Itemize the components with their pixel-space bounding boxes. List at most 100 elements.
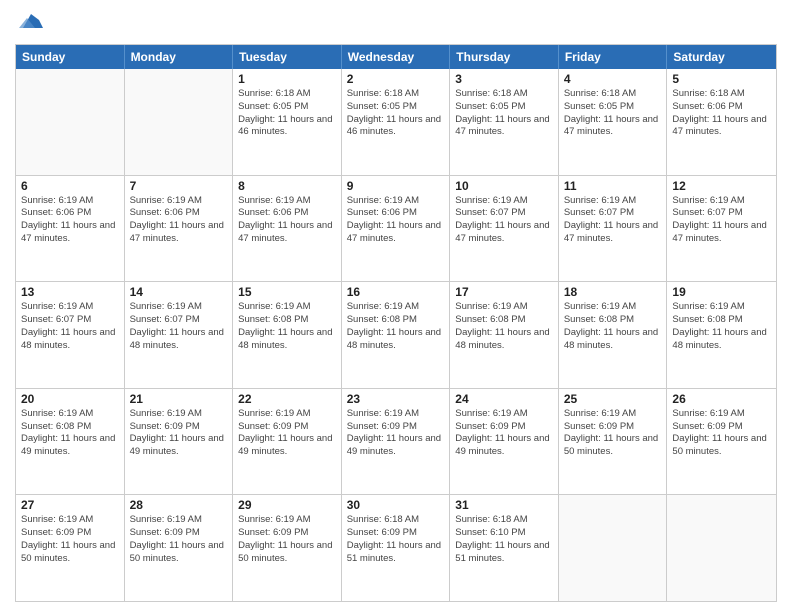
calendar-cell: 3 Sunrise: 6:18 AM Sunset: 6:05 PM Daylig… xyxy=(450,69,559,175)
calendar-header: SundayMondayTuesdayWednesdayThursdayFrid… xyxy=(16,45,776,69)
calendar-cell: 12 Sunrise: 6:19 AM Sunset: 6:07 PM Dayli… xyxy=(667,176,776,282)
calendar-cell: 8 Sunrise: 6:19 AM Sunset: 6:06 PM Daylig… xyxy=(233,176,342,282)
day-info: Sunrise: 6:19 AM Sunset: 6:06 PM Dayligh… xyxy=(238,195,336,246)
calendar-cell: 17 Sunrise: 6:19 AM Sunset: 6:08 PM Dayli… xyxy=(450,282,559,388)
calendar-cell: 15 Sunrise: 6:19 AM Sunset: 6:08 PM Dayli… xyxy=(233,282,342,388)
calendar-cell: 5 Sunrise: 6:18 AM Sunset: 6:06 PM Daylig… xyxy=(667,69,776,175)
calendar-cell xyxy=(559,495,668,601)
day-info: Sunrise: 6:18 AM Sunset: 6:05 PM Dayligh… xyxy=(564,88,662,139)
day-info: Sunrise: 6:19 AM Sunset: 6:09 PM Dayligh… xyxy=(672,408,771,459)
day-number: 17 xyxy=(455,285,553,299)
day-info: Sunrise: 6:19 AM Sunset: 6:07 PM Dayligh… xyxy=(21,301,119,352)
day-info: Sunrise: 6:19 AM Sunset: 6:06 PM Dayligh… xyxy=(130,195,228,246)
header-day-wednesday: Wednesday xyxy=(342,45,451,69)
day-number: 16 xyxy=(347,285,445,299)
calendar-cell: 20Sunrise: 6:19 AM Sunset: 6:08 PM Dayli… xyxy=(16,389,125,495)
day-number: 25 xyxy=(564,392,662,406)
day-info: Sunrise: 6:19 AM Sunset: 6:09 PM Dayligh… xyxy=(21,514,119,565)
day-info: Sunrise: 6:19 AM Sunset: 6:06 PM Dayligh… xyxy=(347,195,445,246)
day-info: Sunrise: 6:19 AM Sunset: 6:09 PM Dayligh… xyxy=(564,408,662,459)
day-number: 24 xyxy=(455,392,553,406)
day-number: 22 xyxy=(238,392,336,406)
calendar-cell: 2 Sunrise: 6:18 AM Sunset: 6:05 PM Daylig… xyxy=(342,69,451,175)
day-info: Sunrise: 6:19 AM Sunset: 6:08 PM Dayligh… xyxy=(564,301,662,352)
logo xyxy=(15,10,43,34)
day-info: Sunrise: 6:18 AM Sunset: 6:10 PM Dayligh… xyxy=(455,514,553,565)
day-number: 3 xyxy=(455,72,553,86)
calendar-cell: 25 Sunrise: 6:19 AM Sunset: 6:09 PM Dayli… xyxy=(559,389,668,495)
header-day-monday: Monday xyxy=(125,45,234,69)
day-number: 15 xyxy=(238,285,336,299)
calendar-cell: 27 Sunrise: 6:19 AM Sunset: 6:09 PM Dayli… xyxy=(16,495,125,601)
day-info: Sunrise: 6:19 AM Sunset: 6:09 PM Dayligh… xyxy=(130,514,228,565)
day-number: 8 xyxy=(238,179,336,193)
calendar-cell: 31Sunrise: 6:18 AM Sunset: 6:10 PM Dayli… xyxy=(450,495,559,601)
calendar-cell: 7Sunrise: 6:19 AM Sunset: 6:06 PM Daylig… xyxy=(125,176,234,282)
calendar-cell xyxy=(667,495,776,601)
day-number: 5 xyxy=(672,72,771,86)
day-number: 2 xyxy=(347,72,445,86)
day-number: 27 xyxy=(21,498,119,512)
day-info: Sunrise: 6:19 AM Sunset: 6:08 PM Dayligh… xyxy=(238,301,336,352)
calendar-cell: 28 Sunrise: 6:19 AM Sunset: 6:09 PM Dayli… xyxy=(125,495,234,601)
day-info: Sunrise: 6:19 AM Sunset: 6:07 PM Dayligh… xyxy=(672,195,771,246)
day-number: 19 xyxy=(672,285,771,299)
day-number: 28 xyxy=(130,498,228,512)
day-number: 11 xyxy=(564,179,662,193)
day-number: 20 xyxy=(21,392,119,406)
day-info: Sunrise: 6:19 AM Sunset: 6:09 PM Dayligh… xyxy=(130,408,228,459)
calendar: SundayMondayTuesdayWednesdayThursdayFrid… xyxy=(15,44,777,602)
logo-icon xyxy=(19,10,43,34)
calendar-cell: 21Sunrise: 6:19 AM Sunset: 6:09 PM Dayli… xyxy=(125,389,234,495)
calendar-cell xyxy=(125,69,234,175)
calendar-cell xyxy=(16,69,125,175)
calendar-cell: 26 Sunrise: 6:19 AM Sunset: 6:09 PM Dayli… xyxy=(667,389,776,495)
header xyxy=(15,10,777,34)
calendar-cell: 10Sunrise: 6:19 AM Sunset: 6:07 PM Dayli… xyxy=(450,176,559,282)
day-info: Sunrise: 6:18 AM Sunset: 6:06 PM Dayligh… xyxy=(672,88,771,139)
page: SundayMondayTuesdayWednesdayThursdayFrid… xyxy=(0,0,792,612)
calendar-cell: 24 Sunrise: 6:19 AM Sunset: 6:09 PM Dayli… xyxy=(450,389,559,495)
day-number: 4 xyxy=(564,72,662,86)
calendar-row-1: 1 Sunrise: 6:18 AM Sunset: 6:05 PM Daylig… xyxy=(16,69,776,175)
calendar-cell: 22Sunrise: 6:19 AM Sunset: 6:09 PM Dayli… xyxy=(233,389,342,495)
calendar-cell: 30 Sunrise: 6:18 AM Sunset: 6:09 PM Dayli… xyxy=(342,495,451,601)
calendar-cell: 13 Sunrise: 6:19 AM Sunset: 6:07 PM Dayli… xyxy=(16,282,125,388)
day-info: Sunrise: 6:19 AM Sunset: 6:09 PM Dayligh… xyxy=(347,408,445,459)
day-number: 30 xyxy=(347,498,445,512)
day-info: Sunrise: 6:19 AM Sunset: 6:09 PM Dayligh… xyxy=(455,408,553,459)
calendar-body: 1 Sunrise: 6:18 AM Sunset: 6:05 PM Daylig… xyxy=(16,69,776,601)
day-number: 6 xyxy=(21,179,119,193)
calendar-cell: 6 Sunrise: 6:19 AM Sunset: 6:06 PM Daylig… xyxy=(16,176,125,282)
day-info: Sunrise: 6:18 AM Sunset: 6:09 PM Dayligh… xyxy=(347,514,445,565)
day-info: Sunrise: 6:19 AM Sunset: 6:07 PM Dayligh… xyxy=(130,301,228,352)
day-number: 18 xyxy=(564,285,662,299)
day-number: 12 xyxy=(672,179,771,193)
day-number: 13 xyxy=(21,285,119,299)
day-info: Sunrise: 6:18 AM Sunset: 6:05 PM Dayligh… xyxy=(347,88,445,139)
calendar-cell: 11 Sunrise: 6:19 AM Sunset: 6:07 PM Dayli… xyxy=(559,176,668,282)
calendar-cell: 16Sunrise: 6:19 AM Sunset: 6:08 PM Dayli… xyxy=(342,282,451,388)
header-day-friday: Friday xyxy=(559,45,668,69)
calendar-cell: 23 Sunrise: 6:19 AM Sunset: 6:09 PM Dayli… xyxy=(342,389,451,495)
day-info: Sunrise: 6:19 AM Sunset: 6:09 PM Dayligh… xyxy=(238,514,336,565)
day-number: 1 xyxy=(238,72,336,86)
header-day-tuesday: Tuesday xyxy=(233,45,342,69)
day-info: Sunrise: 6:18 AM Sunset: 6:05 PM Dayligh… xyxy=(238,88,336,139)
calendar-row-2: 6 Sunrise: 6:19 AM Sunset: 6:06 PM Daylig… xyxy=(16,175,776,282)
day-number: 14 xyxy=(130,285,228,299)
day-info: Sunrise: 6:19 AM Sunset: 6:06 PM Dayligh… xyxy=(21,195,119,246)
calendar-row-3: 13 Sunrise: 6:19 AM Sunset: 6:07 PM Dayli… xyxy=(16,281,776,388)
calendar-cell: 29Sunrise: 6:19 AM Sunset: 6:09 PM Dayli… xyxy=(233,495,342,601)
calendar-cell: 19Sunrise: 6:19 AM Sunset: 6:08 PM Dayli… xyxy=(667,282,776,388)
day-info: Sunrise: 6:18 AM Sunset: 6:05 PM Dayligh… xyxy=(455,88,553,139)
day-number: 10 xyxy=(455,179,553,193)
day-info: Sunrise: 6:19 AM Sunset: 6:08 PM Dayligh… xyxy=(455,301,553,352)
day-number: 23 xyxy=(347,392,445,406)
calendar-row-4: 20Sunrise: 6:19 AM Sunset: 6:08 PM Dayli… xyxy=(16,388,776,495)
calendar-cell: 9Sunrise: 6:19 AM Sunset: 6:06 PM Daylig… xyxy=(342,176,451,282)
calendar-row-5: 27 Sunrise: 6:19 AM Sunset: 6:09 PM Dayli… xyxy=(16,494,776,601)
header-day-saturday: Saturday xyxy=(667,45,776,69)
day-number: 26 xyxy=(672,392,771,406)
day-info: Sunrise: 6:19 AM Sunset: 6:07 PM Dayligh… xyxy=(564,195,662,246)
